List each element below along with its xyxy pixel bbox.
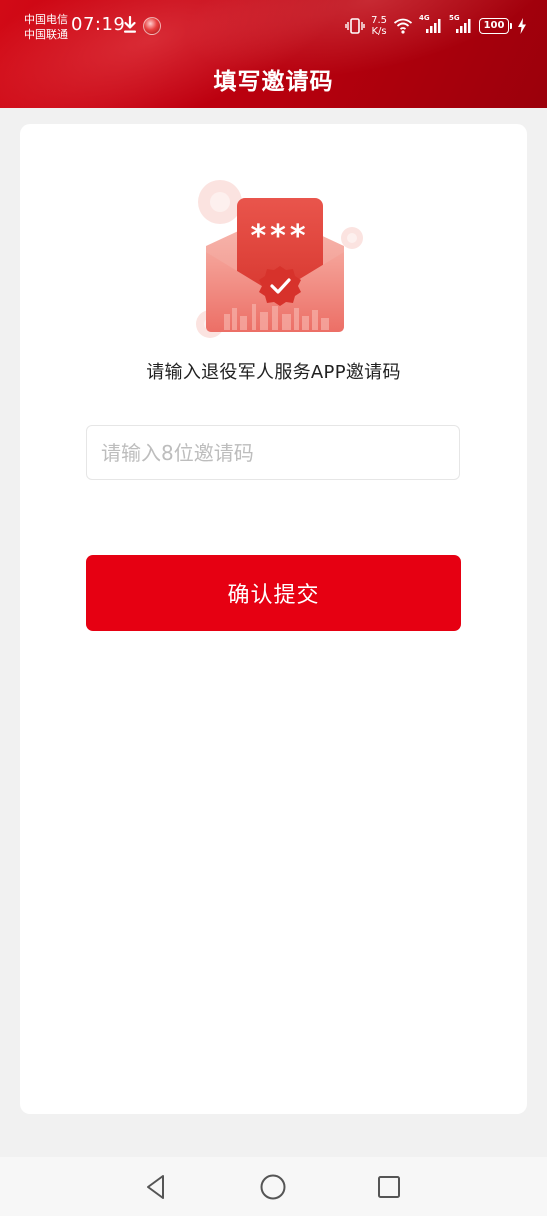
status-time: 07:19 [71,14,126,35]
net-speed: 7.5 K/s [371,15,387,37]
signal-icon [426,19,441,33]
status-bar: 中国电信 中国联通 07:19 7.5 K/s 4G 5G 100 [0,0,547,52]
signal-icon [456,19,471,33]
invite-prompt: 请输入退役军人服务APP邀请码 [146,362,401,383]
home-button[interactable] [255,1169,291,1205]
recording-icon [143,17,161,35]
page-title: 填写邀请码 [213,69,334,95]
battery-icon: 100 [479,18,512,34]
carrier-1: 中国电信 [24,13,68,26]
envelope-illustration: *** [196,180,363,338]
recents-icon [378,1176,400,1198]
charging-icon [518,18,526,34]
signal-2: 5G [449,14,473,36]
app-header: 中国电信 中国联通 07:19 7.5 K/s 4G 5G 100 填写邀请码 [0,0,547,108]
wifi-icon [393,18,413,34]
net-speed-unit: K/s [371,26,387,37]
home-icon [260,1174,286,1200]
carrier-names: 中国电信 中国联通 [24,12,68,42]
illustration-code-text: *** [250,219,309,254]
invite-card: *** 请输入退役军人服务APP邀请码 确认提交 [20,124,527,1114]
net-speed-value: 7.5 [371,15,387,26]
invite-code-input[interactable] [86,425,460,480]
system-nav-bar [0,1157,547,1216]
download-icon [124,16,136,33]
recents-button[interactable] [371,1169,407,1205]
status-icons: 7.5 K/s 4G 5G 100 [345,13,527,39]
back-button[interactable] [138,1169,174,1205]
carrier-2: 中国联通 [24,28,68,41]
back-icon [147,1175,164,1199]
vibrate-icon [345,18,365,34]
submit-button[interactable]: 确认提交 [86,555,461,631]
signal-1: 4G [419,14,443,36]
